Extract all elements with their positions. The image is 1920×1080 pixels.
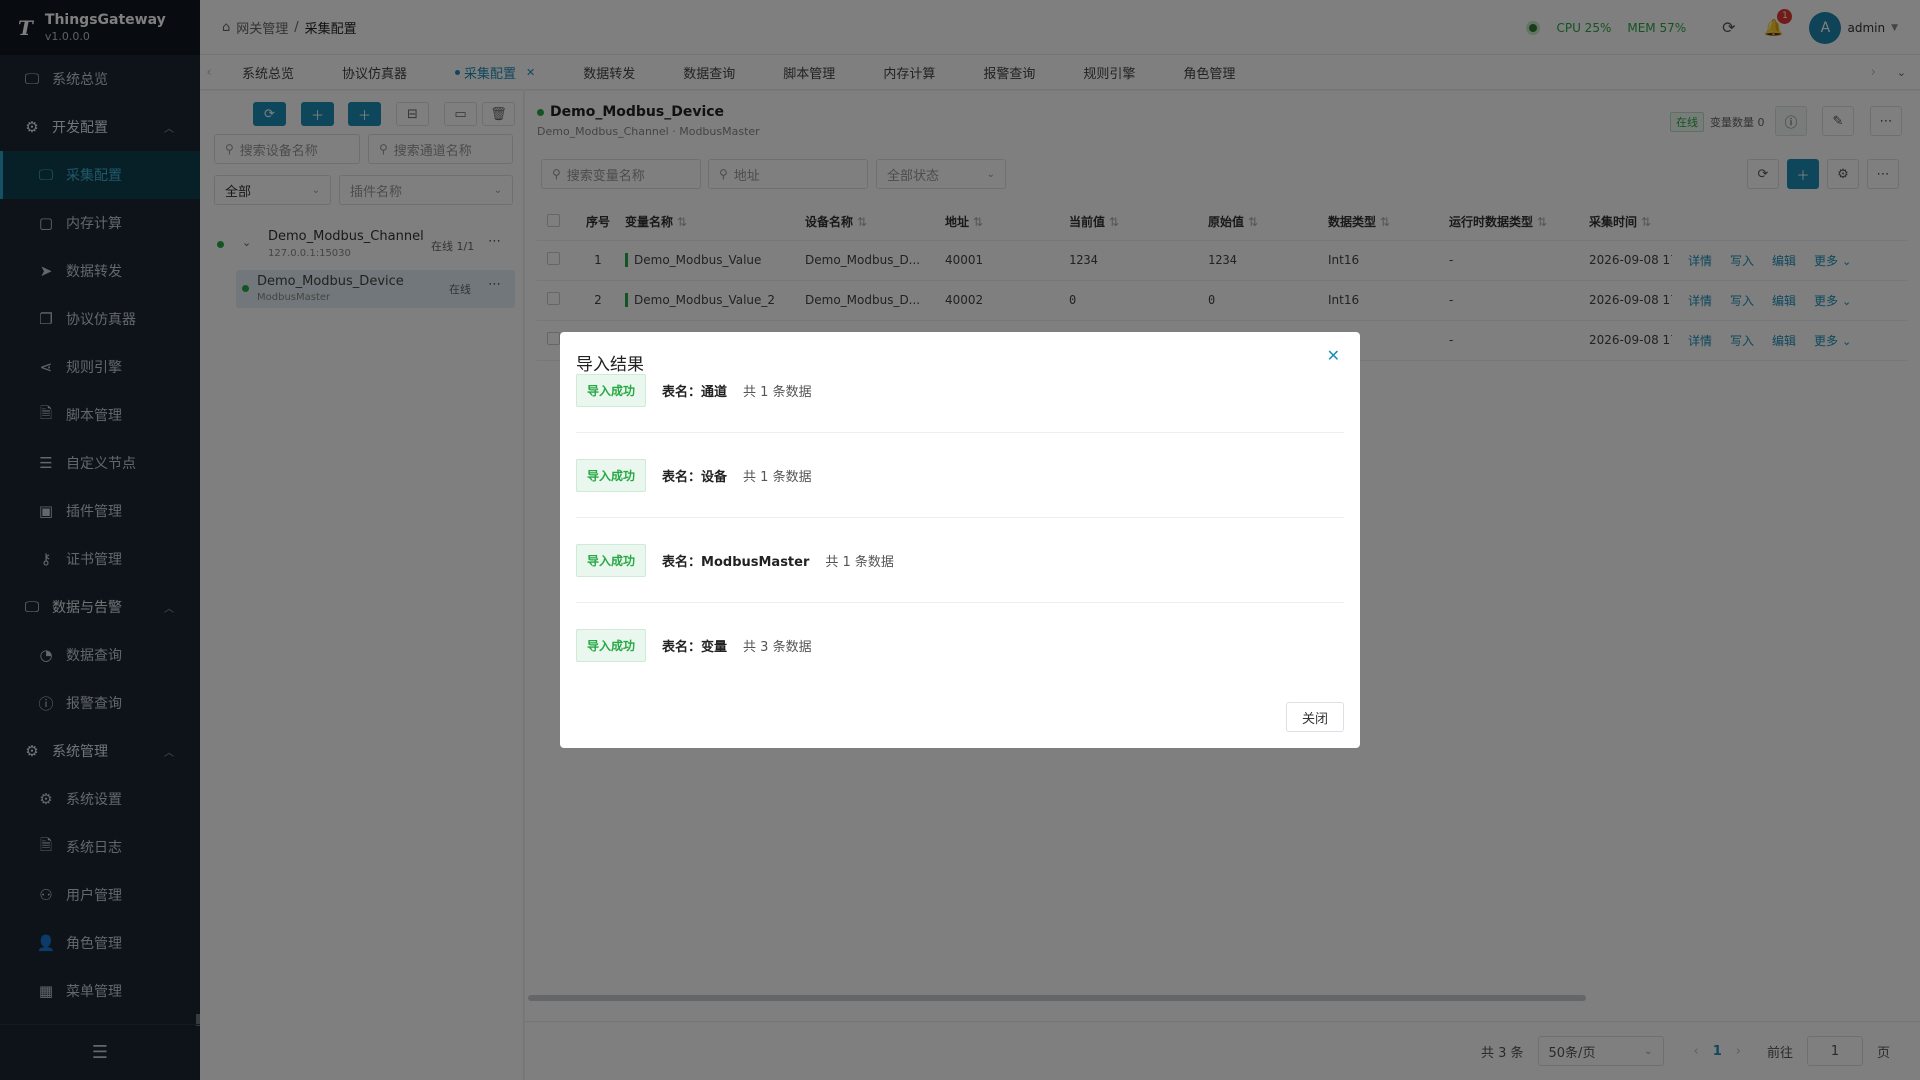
record-count: 共 1 条数据 bbox=[743, 384, 812, 400]
record-count: 共 1 条数据 bbox=[825, 554, 894, 570]
table-name: 表名：设备 bbox=[662, 469, 728, 485]
import-result-row: 导入成功 表名：ModbusMaster 共 1 条数据 bbox=[576, 518, 1344, 603]
table-name: 表名：通道 bbox=[662, 384, 728, 400]
import-result-row: 导入成功 表名：设备共 1 条数据 bbox=[576, 433, 1344, 518]
import-result-row: 导入成功 表名：通道共 1 条数据 bbox=[576, 348, 1344, 433]
success-badge: 导入成功 bbox=[576, 373, 647, 407]
record-count: 共 1 条数据 bbox=[743, 469, 812, 485]
record-count: 共 3 条数据 bbox=[743, 640, 812, 655]
import-result-row: 导入成功 表名：变量共 3 条数据 bbox=[576, 603, 1344, 688]
close-button[interactable]: 关闭 bbox=[1286, 702, 1344, 732]
table-name: 表名：变量 bbox=[662, 640, 728, 655]
success-badge: 导入成功 bbox=[576, 629, 647, 662]
table-name: 表名：ModbusMaster bbox=[662, 554, 810, 570]
success-badge: 导入成功 bbox=[576, 458, 647, 492]
import-result-dialog: 导入结果 ✕ 导入成功 表名：通道共 1 条数据 导入成功 表名：设备共 1 条数据导… bbox=[560, 332, 1360, 748]
success-badge: 导入成功 bbox=[576, 543, 647, 577]
